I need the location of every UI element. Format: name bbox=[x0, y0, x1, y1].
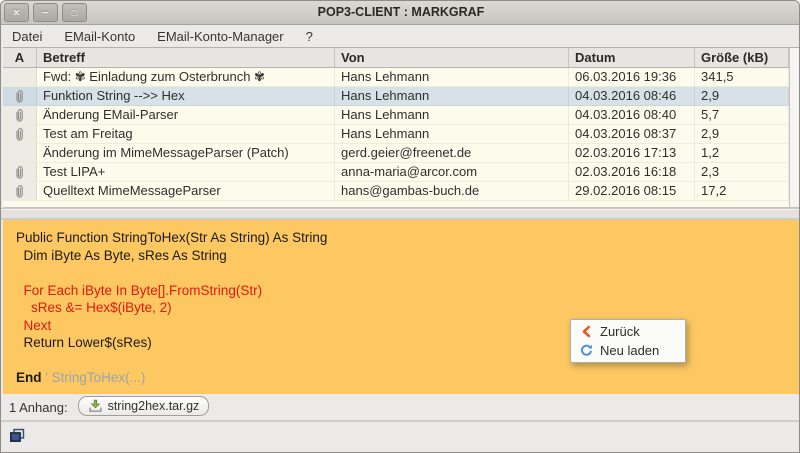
size-cell: 17,2 bbox=[695, 182, 789, 200]
table-row[interactable]: Fwd: ✾ Einladung zum Osterbrunch ✾Hans L… bbox=[3, 68, 789, 87]
table-row[interactable]: Funktion String -->> HexHans Lehmann04.0… bbox=[3, 87, 789, 106]
date-cell: 04.03.2016 08:40 bbox=[569, 106, 695, 124]
menu-item-email-konto-manager[interactable]: EMail-Konto-Manager bbox=[146, 27, 294, 46]
attachment-cell bbox=[3, 144, 37, 162]
attachment-cell bbox=[3, 125, 37, 143]
size-cell: 2,9 bbox=[695, 125, 789, 143]
code-segment: Return Lower$(sRes) bbox=[16, 335, 152, 350]
menu-item-?[interactable]: ? bbox=[295, 27, 324, 46]
mail-table: ABetreffVonDatumGröße (kB) Fwd: ✾ Einlad… bbox=[3, 47, 799, 208]
menu-item-datei[interactable]: Datei bbox=[1, 27, 53, 46]
context-menu-item-label: Neu laden bbox=[600, 343, 659, 358]
code-segment: Next bbox=[16, 318, 51, 333]
code-segment: End bbox=[16, 370, 45, 385]
date-cell: 02.03.2016 16:18 bbox=[569, 163, 695, 181]
date-cell: 04.03.2016 08:37 bbox=[569, 125, 695, 143]
column-header-date[interactable]: Datum bbox=[569, 48, 695, 67]
attachment-button[interactable]: string2hex.tar.gz bbox=[78, 396, 210, 416]
back-icon bbox=[579, 325, 593, 338]
subject-cell: Änderung EMail-Parser bbox=[37, 106, 335, 124]
attachment-bar: 1 Anhang: string2hex.tar.gz bbox=[1, 394, 800, 420]
paperclip-icon bbox=[14, 89, 25, 104]
size-cell: 5,7 bbox=[695, 106, 789, 124]
code-segment: sRes &= Hex$(iByte, 2) bbox=[16, 300, 172, 315]
code-line: End ' StringToHex(...) bbox=[16, 369, 799, 387]
from-cell: Hans Lehmann bbox=[335, 87, 569, 105]
size-cell: 2,3 bbox=[695, 163, 789, 181]
from-cell: hans@gambas-buch.de bbox=[335, 182, 569, 200]
attachment-cell bbox=[3, 182, 37, 200]
reload-icon bbox=[579, 344, 593, 357]
attachment-filename: string2hex.tar.gz bbox=[108, 399, 200, 413]
subject-cell: Fwd: ✾ Einladung zum Osterbrunch ✾ bbox=[37, 68, 335, 86]
size-cell: 2,9 bbox=[695, 87, 789, 105]
table-body: Fwd: ✾ Einladung zum Osterbrunch ✾Hans L… bbox=[3, 68, 789, 201]
table-row[interactable]: Test LIPA+anna-maria@arcor.com02.03.2016… bbox=[3, 163, 789, 182]
from-cell: Hans Lehmann bbox=[335, 106, 569, 124]
subject-cell: Funktion String -->> Hex bbox=[37, 87, 335, 105]
from-cell: Hans Lehmann bbox=[335, 125, 569, 143]
menu-item-email-konto[interactable]: EMail-Konto bbox=[53, 27, 146, 46]
paperclip-icon bbox=[14, 108, 25, 123]
message-view: Public Function StringToHex(Str As Strin… bbox=[3, 220, 799, 394]
date-cell: 04.03.2016 08:46 bbox=[569, 87, 695, 105]
context-menu-item-neu-laden[interactable]: Neu laden bbox=[571, 341, 685, 360]
code-segment: Dim iByte As Byte, sRes As String bbox=[16, 248, 227, 263]
context-menu: Zurück Neu laden bbox=[570, 319, 686, 363]
subject-cell: Test am Freitag bbox=[37, 125, 335, 143]
date-cell: 29.02.2016 08:15 bbox=[569, 182, 695, 200]
subject-cell: Änderung im MimeMessageParser (Patch) bbox=[37, 144, 335, 162]
window-titlebar[interactable]: ×−□ POP3-CLIENT : MARKGRAF bbox=[1, 1, 800, 25]
code-line: For Each iByte In Byte[].FromString(Str) bbox=[16, 282, 799, 300]
column-header-attachment[interactable]: A bbox=[3, 48, 37, 67]
paperclip-icon bbox=[14, 127, 25, 142]
app-window: ×−□ POP3-CLIENT : MARKGRAF DateiEMail-Ko… bbox=[0, 0, 800, 453]
from-cell: anna-maria@arcor.com bbox=[335, 163, 569, 181]
code-line bbox=[16, 264, 799, 282]
code-segment: For Each iByte In Byte[].FromString(Str) bbox=[16, 283, 262, 298]
code-segment: ' StringToHex(...) bbox=[45, 370, 145, 385]
attachment-files: string2hex.tar.gz bbox=[78, 396, 210, 418]
attachment-cell bbox=[3, 163, 37, 181]
column-header-subject[interactable]: Betreff bbox=[37, 48, 335, 67]
from-cell: gerd.geier@freenet.de bbox=[335, 144, 569, 162]
column-header-from[interactable]: Von bbox=[335, 48, 569, 67]
code-line: sRes &= Hex$(iByte, 2) bbox=[16, 299, 799, 317]
table-row[interactable]: Änderung im MimeMessageParser (Patch)ger… bbox=[3, 144, 789, 163]
attachment-count-label: 1 Anhang: bbox=[9, 400, 68, 415]
table-row[interactable]: Test am FreitagHans Lehmann04.03.2016 08… bbox=[3, 125, 789, 144]
from-cell: Hans Lehmann bbox=[335, 68, 569, 86]
paperclip-icon bbox=[14, 165, 25, 180]
download-icon bbox=[88, 399, 103, 413]
size-cell: 341,5 bbox=[695, 68, 789, 86]
splitter[interactable] bbox=[1, 208, 800, 220]
date-cell: 02.03.2016 17:13 bbox=[569, 144, 695, 162]
context-menu-item-label: Zurück bbox=[600, 324, 640, 339]
subject-cell: Test LIPA+ bbox=[37, 163, 335, 181]
code-line: Dim iByte As Byte, sRes As String bbox=[16, 247, 799, 265]
column-header-size[interactable]: Größe (kB) bbox=[695, 48, 789, 67]
paperclip-icon bbox=[14, 184, 25, 199]
attachment-cell bbox=[3, 106, 37, 124]
statusbar bbox=[1, 422, 800, 453]
context-menu-item-zur-ck[interactable]: Zurück bbox=[571, 322, 685, 341]
table-row[interactable]: Änderung EMail-ParserHans Lehmann04.03.2… bbox=[3, 106, 789, 125]
table-row[interactable]: Quelltext MimeMessageParserhans@gambas-b… bbox=[3, 182, 789, 201]
date-cell: 06.03.2016 19:36 bbox=[569, 68, 695, 86]
code-line: Public Function StringToHex(Str As Strin… bbox=[16, 229, 799, 247]
menubar: DateiEMail-KontoEMail-Konto-Manager? bbox=[1, 26, 800, 47]
code-segment: Public Function StringToHex(Str As Strin… bbox=[16, 230, 327, 245]
table-header-row: ABetreffVonDatumGröße (kB) bbox=[3, 48, 789, 68]
window-title: POP3-CLIENT : MARKGRAF bbox=[1, 5, 800, 19]
size-cell: 1,2 bbox=[695, 144, 789, 162]
attachment-cell bbox=[3, 87, 37, 105]
stacked-windows-icon[interactable] bbox=[9, 428, 26, 444]
subject-cell: Quelltext MimeMessageParser bbox=[37, 182, 335, 200]
table-scrollbar[interactable] bbox=[789, 48, 799, 207]
attachment-cell bbox=[3, 68, 37, 86]
